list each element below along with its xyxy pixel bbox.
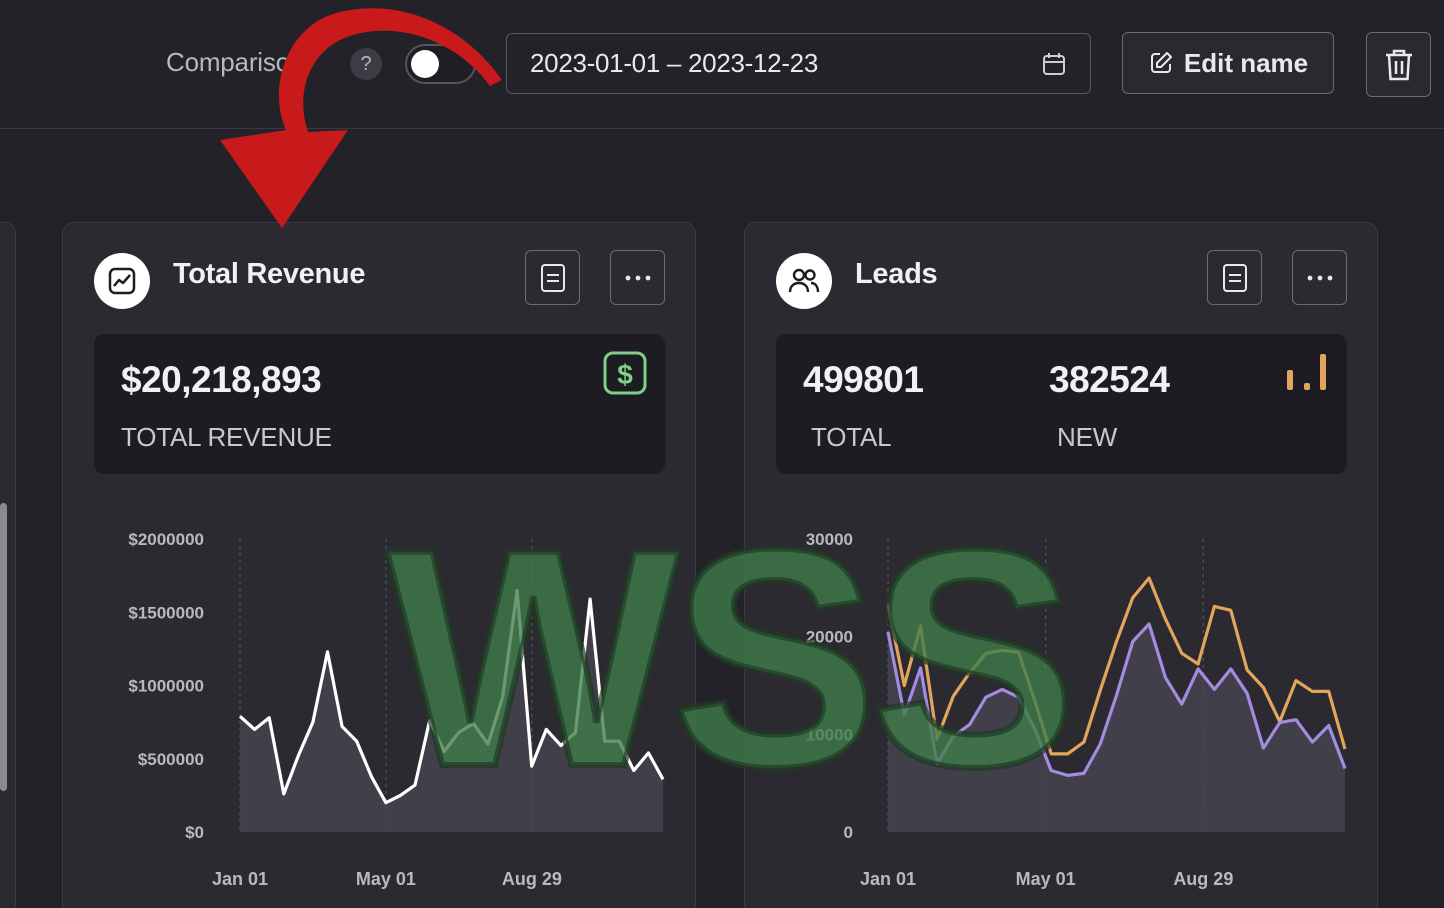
y-tick-label: $2000000 (128, 530, 204, 549)
total-revenue-value: $20,218,893 (121, 359, 322, 400)
x-tick-label: Jan 01 (860, 869, 916, 889)
report-button[interactable] (1207, 250, 1262, 305)
leads-total-label: TOTAL (811, 422, 892, 452)
y-tick-label: $1500000 (128, 603, 204, 622)
stat-box: $20,218,893 TOTAL REVENUE $ (94, 334, 665, 474)
y-tick-label: 20000 (806, 628, 853, 647)
ellipsis-icon (625, 275, 650, 280)
y-tick-label: 30000 (806, 530, 853, 549)
x-tick-label: May 01 (1016, 869, 1076, 889)
total-revenue-label: TOTAL REVENUE (121, 422, 332, 452)
chart-line-icon (94, 253, 150, 309)
report-button[interactable] (525, 250, 580, 305)
leads-chart: Jan 01 May 01 Aug 29 30000 20000 10000 0 (806, 530, 1347, 889)
more-options-button[interactable] (610, 250, 665, 305)
leads-total-value: 499801 (803, 359, 924, 400)
document-icon (540, 263, 565, 292)
leads-new-label: NEW (1057, 422, 1118, 452)
svg-text:$: $ (617, 359, 633, 390)
revenue-chart: Jan 01 May 01 Aug 29 $2000000 $1500000 $10000… (128, 530, 665, 889)
more-options-button[interactable] (1292, 250, 1347, 305)
edit-name-button[interactable]: Edit name (1122, 32, 1334, 94)
leads-card: Leads 499801 TOTAL 382524 NEW Jan 01 May … (744, 222, 1378, 908)
users-icon (776, 253, 832, 309)
edit-icon (1150, 52, 1172, 73)
x-tick-label: Jan 01 (212, 869, 268, 889)
leads-new-value: 382524 (1049, 359, 1170, 400)
card-title: Leads (855, 258, 938, 290)
x-tick-label: May 01 (356, 869, 416, 889)
date-range-picker[interactable]: 2023-01-01 – 2023-12-23 (506, 33, 1091, 94)
card-title: Total Revenue (173, 258, 366, 290)
trash-icon (1385, 49, 1412, 80)
date-range-value: 2023-01-01 – 2023-12-23 (530, 48, 818, 78)
y-tick-label: $1000000 (128, 677, 204, 696)
scrollbar[interactable] (0, 503, 7, 791)
calendar-icon[interactable] (1042, 51, 1066, 77)
series-area (240, 590, 663, 832)
y-tick-label: 10000 (806, 725, 853, 744)
delete-button[interactable] (1366, 32, 1431, 97)
total-revenue-card: Total Revenue $20,218,893 TOTAL REVENUE … (62, 222, 696, 908)
document-icon (1222, 263, 1247, 292)
stat-box: 499801 TOTAL 382524 NEW (776, 334, 1347, 474)
bar-chart-icon (1287, 354, 1326, 390)
y-tick-label: 0 (844, 823, 853, 842)
dollar-icon: $ (603, 351, 647, 395)
red-arrow-annotation (220, 8, 502, 228)
x-tick-label: Aug 29 (1173, 869, 1233, 889)
y-tick-label: $500000 (138, 750, 204, 769)
ellipsis-icon (1307, 275, 1332, 280)
y-tick-label: $0 (185, 823, 204, 842)
x-tick-label: Aug 29 (502, 869, 562, 889)
edit-name-label: Edit name (1183, 47, 1309, 78)
